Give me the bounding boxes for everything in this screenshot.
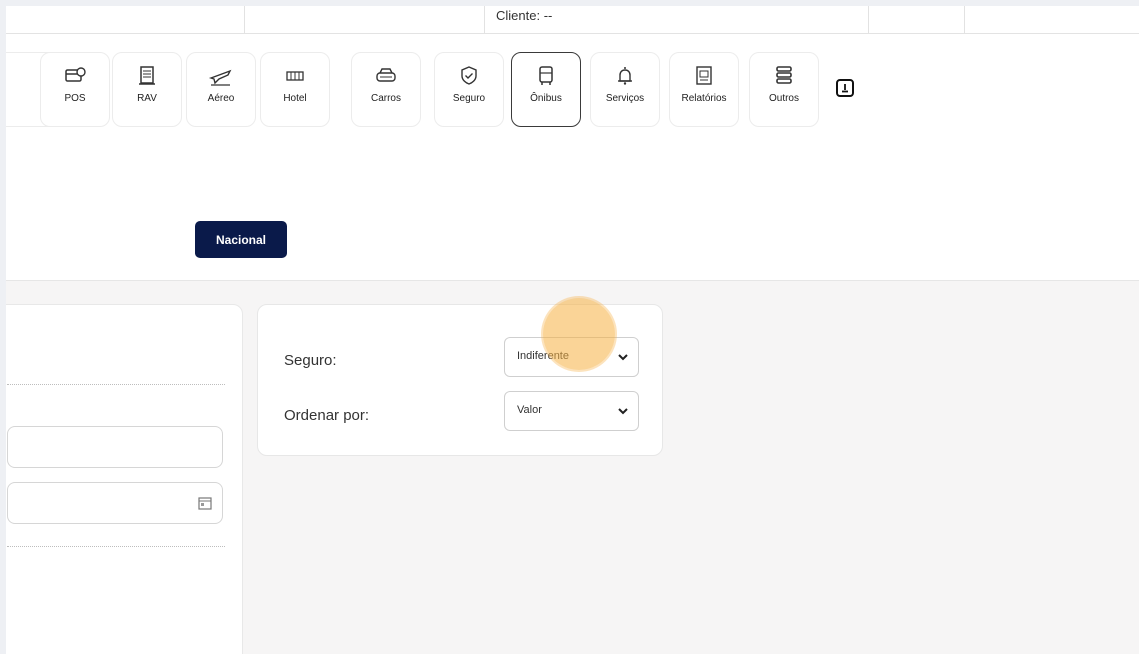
toolbar-item-label: Relatórios xyxy=(681,93,727,104)
toolbar-item-label: POS xyxy=(64,93,86,104)
calendar-icon[interactable] xyxy=(198,496,212,510)
shield-check-icon xyxy=(456,63,482,89)
toolbar-item-hotel[interactable]: Hotel xyxy=(260,52,330,127)
toolbar-item-servicos[interactable]: Serviços xyxy=(590,52,660,127)
toolbar-item-label: Hotel xyxy=(283,93,307,104)
header-divider xyxy=(964,6,965,33)
header-divider xyxy=(868,6,869,33)
toolbar-item-label: RAV xyxy=(137,93,157,104)
search-form-panel xyxy=(6,304,243,654)
nacional-button[interactable]: Nacional xyxy=(195,221,287,258)
bell-icon xyxy=(612,63,638,89)
origin-field[interactable] xyxy=(7,426,223,468)
toolbar-item-onibus[interactable]: Ônibus xyxy=(511,52,581,127)
toolbar-item-carros[interactable]: Carros xyxy=(351,52,421,127)
toolbar-item-aereo[interactable]: Aéreo xyxy=(186,52,256,127)
report-icon xyxy=(691,63,717,89)
header-divider xyxy=(244,6,245,33)
toolbar-item-label: Aéreo xyxy=(207,93,235,104)
toolbar-item-rav[interactable]: RAV xyxy=(112,52,182,127)
car-icon xyxy=(373,63,399,89)
ordenar-label: Ordenar por: xyxy=(284,407,370,424)
toolbar-item-seguro[interactable]: Seguro xyxy=(434,52,504,127)
toolbar-item-outros[interactable]: Outros xyxy=(749,52,819,127)
product-toolbar: POS RAV Aéreo Hotel Carros Seguro Ônibus… xyxy=(6,34,1139,281)
toolbar-item-pos[interactable]: POS xyxy=(40,52,110,127)
divider xyxy=(7,546,225,547)
chevron-down-icon xyxy=(617,351,629,363)
header-divider xyxy=(484,6,485,33)
toolbar-item-label: Ônibus xyxy=(530,93,562,104)
download-icon[interactable] xyxy=(836,79,854,97)
cursor-highlight xyxy=(543,298,615,370)
date-field[interactable] xyxy=(7,482,223,524)
ordenar-select[interactable]: Valor xyxy=(504,391,639,431)
airplane-icon xyxy=(208,63,234,89)
seguro-label: Seguro: xyxy=(284,352,337,369)
toolbar-item-label: Carros xyxy=(370,93,401,104)
divider xyxy=(7,384,225,385)
ordenar-select-value: Valor xyxy=(517,404,542,416)
toolbar-item-relatorios[interactable]: Relatórios xyxy=(669,52,739,127)
app-frame: Cliente: -- POS RAV Aéreo Hotel Carros S… xyxy=(6,6,1139,654)
client-label: Cliente: -- xyxy=(496,8,553,23)
toolbar-item-label: Seguro xyxy=(452,93,486,104)
bus-icon xyxy=(533,63,559,89)
pos-card-icon xyxy=(62,63,88,89)
hotel-bed-icon xyxy=(282,63,308,89)
rav-document-icon xyxy=(134,63,160,89)
stack-icon xyxy=(771,63,797,89)
chevron-down-icon xyxy=(617,405,629,417)
toolbar-item-label: Outros xyxy=(768,93,799,104)
top-header: Cliente: -- xyxy=(6,6,1139,34)
toolbar-item-label: Serviços xyxy=(605,93,645,104)
